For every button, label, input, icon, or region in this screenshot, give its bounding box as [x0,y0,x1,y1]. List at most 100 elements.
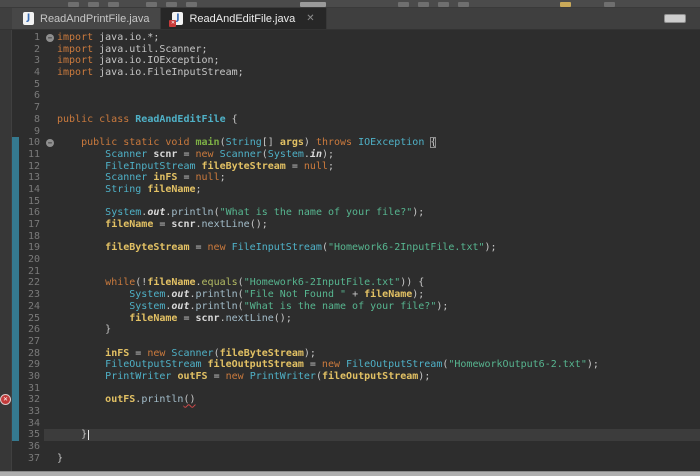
code-line-text[interactable]: } [57,429,700,442]
code-token: import [57,55,94,67]
minimized-toolbar-handle[interactable] [664,14,686,23]
clipped-toolbar-icon[interactable] [300,2,326,7]
code-line-text[interactable] [57,79,700,91]
code-line-text[interactable] [57,90,700,102]
code-line[interactable]: 2 import java.util.Scanner; [0,44,700,56]
code-line-text[interactable] [57,254,700,266]
code-line[interactable]: 27 [0,335,700,348]
code-line[interactable]: ✕ 32 outFS.println() [0,394,700,406]
code-line[interactable]: 35 } [0,429,700,442]
code-line[interactable]: 33 [0,406,700,418]
clipped-toolbar-icon[interactable] [458,2,469,7]
code-line[interactable]: 15 [0,195,700,208]
code-line[interactable]: 21 [0,265,700,278]
code-line-text[interactable]: inFS = new Scanner(fileByteStream); [57,348,700,360]
code-line[interactable]: 24 System.out.println("What is the name … [0,300,700,313]
clipped-toolbar-icon[interactable] [604,2,615,7]
error-marker-icon[interactable]: ✕ [0,394,11,406]
code-line-text[interactable]: fileName = scnr.nextLine(); [57,313,700,325]
code-line[interactable]: 9 [0,126,700,138]
code-line[interactable]: 7 [0,102,700,114]
code-line[interactable]: 14 String fileName; [0,183,700,196]
code-line-text[interactable] [57,441,700,453]
code-line-text[interactable]: outFS.println() [57,394,700,406]
close-icon[interactable]: ✕ [306,13,314,24]
code-line[interactable]: 23 System.out.println("File Not Found " … [0,289,700,301]
code-line[interactable]: 12 FileInputStream fileByteStream = null… [0,160,700,173]
code-line[interactable]: 37} [0,453,700,465]
clipped-toolbar-icon[interactable] [186,2,197,7]
tab-readandprintfile-java[interactable]: J ReadAndPrintFile.java [12,8,162,29]
code-line-text[interactable]: fileName = scnr.nextLine(); [57,219,700,231]
code-line[interactable]: 18 [0,230,700,243]
code-line-text[interactable]: FileInputStream fileByteStream = null; [57,161,700,173]
code-line-text[interactable]: System.out.println("File Not Found " + f… [57,289,700,301]
code-line-text[interactable]: System.out.println("What is the name of … [57,301,700,313]
code-line-text[interactable]: } [57,324,700,336]
code-line-text[interactable]: System.out.println("What is the name of … [57,207,700,219]
code-line-text[interactable]: PrintWriter outFS = new PrintWriter(file… [57,371,700,383]
code-line[interactable]: 36 [0,441,700,453]
code-line[interactable]: 26 } [0,324,700,336]
code-line[interactable]: 30 PrintWriter outFS = new PrintWriter(f… [0,370,700,383]
code-line-text[interactable] [57,102,700,114]
code-line-text[interactable]: import java.io.FileInputStream; [57,67,700,79]
clipped-toolbar-icon[interactable] [146,2,157,7]
code-line[interactable]: 34 [0,417,700,430]
code-editor[interactable]: 1− import java.io.*; 2 import java.util.Sca… [0,30,700,476]
code-line[interactable]: 11 Scanner scnr = new Scanner(System.in)… [0,148,700,161]
code-line[interactable]: 16 System.out.println("What is the name … [0,207,700,219]
code-line-text[interactable] [57,418,700,430]
clipped-toolbar-icon[interactable] [438,2,449,7]
code-line[interactable]: 6 [0,90,700,102]
code-line-text[interactable]: while(!fileName.equals("Homework6-2Input… [57,277,700,289]
code-line-text[interactable]: fileByteStream = new FileInputStream("Ho… [57,242,700,254]
code-line[interactable]: 10− public static void main(String[] arg… [0,137,700,149]
code-line[interactable]: 31 [0,382,700,395]
clipped-toolbar-icon[interactable] [418,2,429,7]
code-line[interactable]: 8 public class ReadAndEditFile { [0,114,700,126]
code-token: java.io.FileInputStream; [93,67,244,79]
code-line[interactable]: 4 import java.io.FileInputStream; [0,67,700,79]
line-number: 20 [27,254,40,266]
fold-collapse-icon[interactable]: − [46,138,54,147]
code-line-text[interactable]: import java.util.Scanner; [57,44,700,56]
code-line[interactable]: 20 [0,254,700,266]
clipped-toolbar-icon[interactable] [560,2,571,7]
code-line-text[interactable]: public static void main(String[] args) t… [57,137,700,149]
line-number: 34 [27,417,40,429]
code-line-text[interactable]: FileOutputStream fileOutputStream = new … [57,359,700,371]
code-line[interactable]: 5 [0,79,700,91]
code-line[interactable]: 28 inFS = new Scanner(fileByteStream); [0,347,700,360]
code-line[interactable]: 3 import java.io.IOException; [0,55,700,67]
code-line-text[interactable]: Scanner inFS = null; [57,172,700,184]
code-line-text[interactable] [57,383,700,395]
fold-collapse-icon[interactable]: − [46,33,54,42]
clipped-toolbar-icon[interactable] [398,2,409,7]
code-line-text[interactable] [57,336,700,348]
code-line-text[interactable]: public class ReadAndEditFile { [57,114,700,126]
code-line-text[interactable]: String fileName; [57,184,700,196]
code-line-text[interactable] [57,406,700,418]
code-line-text[interactable]: import java.io.*; [57,32,700,44]
code-line-text[interactable] [57,196,700,208]
code-token: "What is the name of your file?" [243,300,437,312]
clipped-toolbar-icon[interactable] [166,2,177,7]
clipped-toolbar-icon[interactable] [68,2,79,7]
tab-readandeditfile-java[interactable]: J ✕ ReadAndEditFile.java ✕ [161,8,327,29]
code-line-text[interactable] [57,266,700,278]
code-line[interactable]: 29 FileOutputStream fileOutputStream = n… [0,359,700,371]
code-line-text[interactable]: import java.io.IOException; [57,55,700,67]
code-line-text[interactable]: Scanner scnr = new Scanner(System.in); [57,149,700,161]
code-line[interactable]: 13 Scanner inFS = null; [0,172,700,184]
clipped-toolbar-icon[interactable] [88,2,99,7]
clipped-toolbar-icon[interactable] [108,2,119,7]
code-line-text[interactable] [57,231,700,243]
code-line[interactable]: 25 fileName = scnr.nextLine(); [0,312,700,325]
code-line[interactable]: 1− import java.io.*; [0,32,700,44]
code-line[interactable]: 17 fileName = scnr.nextLine(); [0,219,700,231]
code-line[interactable]: 19 fileByteStream = new FileInputStream(… [0,242,700,255]
code-line-text[interactable] [57,126,700,138]
code-line[interactable]: 22 while(!fileName.equals("Homework6-2In… [0,277,700,290]
code-line-text[interactable]: } [57,453,700,465]
